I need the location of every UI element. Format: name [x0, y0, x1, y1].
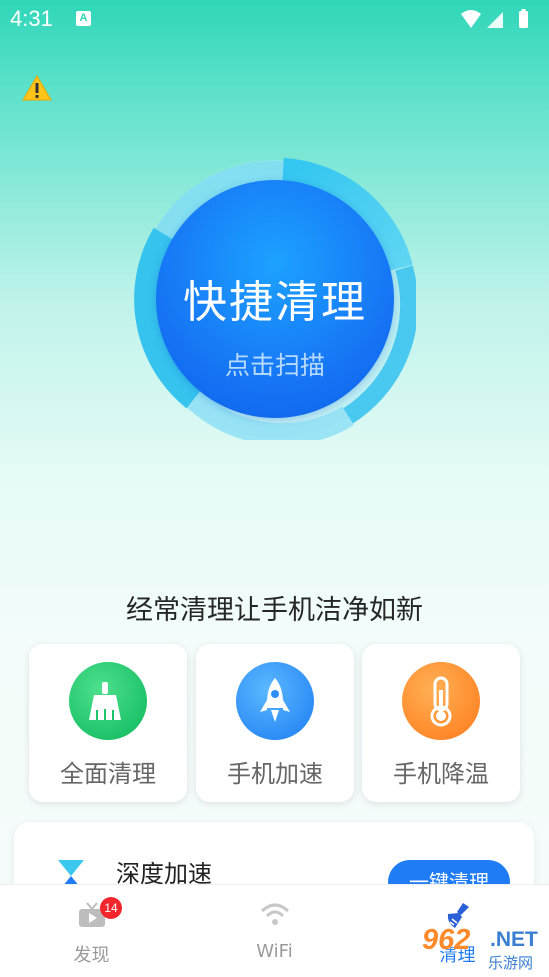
status-bar: 4:31 A [0, 0, 549, 38]
warning-icon[interactable] [22, 74, 52, 102]
cell-signal-icon [487, 12, 503, 28]
tab-discover[interactable]: 14 发现 [0, 885, 183, 977]
watermark-net: .NET [490, 928, 538, 951]
thermometer-icon [402, 662, 480, 740]
tab-wifi[interactable]: WiFi [183, 885, 366, 977]
watermark-chinese: 乐游网 [488, 954, 534, 972]
feature-label: 手机降温 [393, 760, 489, 788]
rocket-icon [236, 662, 314, 740]
phone-cool-card[interactable]: 手机降温 [362, 644, 520, 802]
wifi-icon [260, 903, 290, 925]
tagline: 经常清理让手机洁净如新 [126, 595, 423, 626]
watermark-number: 962 [422, 924, 471, 956]
quick-clean-button[interactable]: 快捷清理 点击扫描 [156, 180, 394, 418]
notification-badge: 14 [100, 897, 122, 919]
notification-icon: A [76, 11, 91, 26]
feature-label: 全面清理 [60, 760, 156, 788]
broom-icon [69, 662, 147, 740]
hero-subtitle: 点击扫描 [224, 351, 325, 380]
wifi-signal-icon [461, 10, 481, 28]
hero-title: 快捷清理 [183, 277, 367, 328]
tab-label: WiFi [256, 941, 293, 962]
status-time: 4:31 [10, 6, 53, 31]
quick-clean-scan[interactable]: 快捷清理 点击扫描 [134, 158, 416, 440]
site-watermark-logo: 962 .NET 乐游网 [414, 924, 546, 972]
status-icons [461, 9, 528, 28]
phone-boost-card[interactable]: 手机加速 [196, 644, 354, 802]
tab-label: 发现 [73, 945, 110, 966]
full-clean-card[interactable]: 全面清理 [29, 644, 187, 802]
battery-icon [519, 11, 528, 28]
feature-label: 手机加速 [227, 760, 323, 788]
